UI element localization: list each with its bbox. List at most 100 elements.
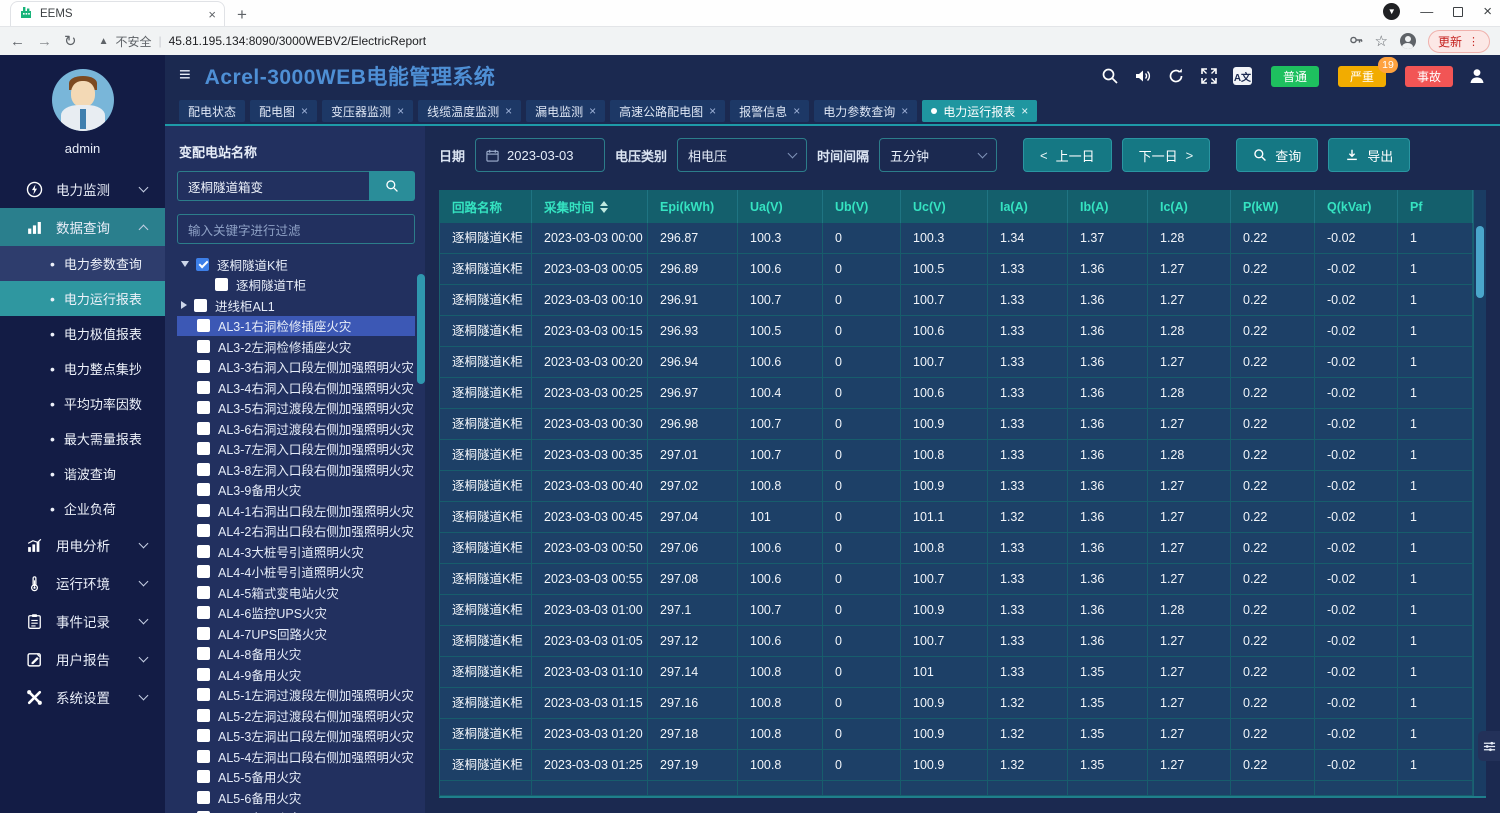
column-header[interactable]: Ub(V) [823, 190, 901, 223]
fullscreen-icon[interactable] [1200, 67, 1218, 85]
column-settings-handle[interactable] [1478, 731, 1500, 761]
tree-item[interactable]: AL4-1右洞出口段左侧加强照明火灾 [177, 500, 415, 521]
column-header[interactable]: Ib(A) [1068, 190, 1148, 223]
tree-checkbox[interactable] [194, 299, 207, 312]
table-row[interactable]: 逐桐隧道K柜2023-03-03 00:55297.08100.60100.71… [440, 564, 1473, 595]
hamburger-menu-icon[interactable]: ≡ [179, 64, 191, 87]
reload-button[interactable]: ↻ [64, 32, 77, 50]
sidebar-menu-usage-analysis[interactable]: 用电分析 [0, 526, 165, 564]
tree-checkbox[interactable] [197, 401, 210, 414]
tab-close-icon[interactable]: × [793, 104, 800, 118]
sidebar-menu-data-query[interactable]: 数据查询 [0, 208, 165, 246]
column-header[interactable]: Pf [1398, 190, 1473, 223]
tree-item[interactable]: AL4-3大桩号引道照明火灾 [177, 541, 415, 562]
table-row[interactable]: 逐桐隧道K柜2023-03-03 00:10296.91100.70100.71… [440, 285, 1473, 316]
browser-update-button[interactable]: 更新 ⋮ [1428, 30, 1490, 53]
tree-checkbox[interactable] [197, 463, 210, 476]
column-header[interactable]: Q(kVar) [1315, 190, 1398, 223]
tree-item[interactable]: AL4-8备用火灾 [177, 644, 415, 665]
alarm-badge-normal[interactable]: 普通 [1271, 66, 1319, 87]
sort-icon[interactable] [600, 201, 608, 213]
tree-checkbox[interactable] [197, 688, 210, 701]
table-row[interactable]: 逐桐隧道K柜2023-03-03 00:45297.041010101.11.3… [440, 502, 1473, 533]
tree-item[interactable]: AL3-9备用火灾 [177, 480, 415, 501]
bookmark-star-icon[interactable]: ☆ [1375, 32, 1388, 50]
user-icon[interactable] [1468, 67, 1486, 85]
alarm-badge-accident[interactable]: 事故 [1405, 66, 1453, 87]
tree-item[interactable]: AL3-3右洞入口段左侧加强照明火灾 [177, 357, 415, 378]
tree-item[interactable]: AL3-1右洞检修插座火灾 [177, 316, 415, 337]
sidebar-submenu-item[interactable]: •电力参数查询 [0, 246, 165, 281]
tree-item[interactable]: AL5-5备用火灾 [177, 767, 415, 788]
voltage-type-select[interactable]: 相电压 [677, 138, 807, 172]
browser-update-menu-icon[interactable]: ▼ [1383, 3, 1400, 20]
tree-checkbox[interactable] [197, 381, 210, 394]
table-row[interactable]: 逐桐隧道K柜2023-03-03 00:20296.94100.60100.71… [440, 347, 1473, 378]
table-row[interactable]: 逐桐隧道K柜2023-03-03 01:00297.1100.70100.91.… [440, 595, 1473, 626]
browser-tab-close-icon[interactable]: × [208, 7, 216, 22]
tree-checkbox[interactable] [215, 278, 228, 291]
tree-item[interactable]: AL4-4小桩号引道照明火灾 [177, 562, 415, 583]
tree-checkbox[interactable] [197, 524, 210, 537]
table-row[interactable]: 逐桐隧道K柜2023-03-03 01:10297.14100.801011.3… [440, 657, 1473, 688]
tree-item[interactable]: AL4-6监控UPS火灾 [177, 603, 415, 624]
tree-item[interactable]: 逐桐隧道T柜 [177, 275, 415, 296]
column-header[interactable]: Ua(V) [738, 190, 823, 223]
sidebar-submenu-item[interactable]: •平均功率因数 [0, 386, 165, 421]
date-input[interactable]: 2023-03-03 [475, 138, 605, 172]
address-bar[interactable]: ▲ 不安全 | 45.81.195.134:8090/3000WEBV2/Ele… [89, 30, 1337, 52]
search-icon[interactable] [1101, 67, 1119, 85]
tree-checkbox[interactable] [197, 606, 210, 619]
table-scrollbar-thumb[interactable] [1476, 226, 1484, 298]
browser-profile-avatar[interactable] [1400, 33, 1416, 49]
tree-checkbox[interactable] [197, 483, 210, 496]
tree-item[interactable]: AL3-5右洞过渡段左侧加强照明火灾 [177, 398, 415, 419]
password-key-icon[interactable] [1349, 33, 1363, 50]
column-header[interactable]: P(kW) [1231, 190, 1315, 223]
tree-item[interactable]: AL4-2右洞出口段右侧加强照明火灾 [177, 521, 415, 542]
column-header[interactable]: Uc(V) [901, 190, 988, 223]
workspace-tab-4[interactable]: 线缆温度监测× [418, 100, 521, 122]
workspace-tab-5[interactable]: 漏电监测× [526, 100, 605, 122]
tree-expand-right-icon[interactable] [181, 301, 187, 309]
sidebar-submenu-item[interactable]: •电力整点集抄 [0, 351, 165, 386]
tab-close-icon[interactable]: × [397, 104, 404, 118]
sidebar-menu-report[interactable]: 用户报告 [0, 640, 165, 678]
workspace-tab-8[interactable]: 电力参数查询× [814, 100, 917, 122]
table-row[interactable]: 逐桐隧道K柜2023-03-03 00:15296.93100.50100.61… [440, 316, 1473, 347]
tree-item[interactable]: AL5-1左洞过渡段左侧加强照明火灾 [177, 685, 415, 706]
table-scrollbar[interactable] [1473, 190, 1486, 796]
sidebar-menu-settings[interactable]: 系统设置 [0, 678, 165, 716]
tree-checkbox[interactable] [197, 729, 210, 742]
prev-day-button[interactable]: < 上一日 [1023, 138, 1112, 172]
tab-close-icon[interactable]: × [901, 104, 908, 118]
forward-button[interactable]: → [37, 33, 52, 50]
tree-item[interactable]: AL5-7备用火灾 [177, 808, 415, 813]
alarm-badge-serious[interactable]: 严重 19 [1338, 66, 1386, 87]
tree-checkbox[interactable] [197, 565, 210, 578]
workspace-tab-3[interactable]: 变压器监测× [322, 100, 413, 122]
table-row[interactable]: 逐桐隧道K柜2023-03-03 00:05296.89100.60100.51… [440, 254, 1473, 285]
refresh-sync-icon[interactable] [1167, 67, 1185, 85]
tree-checkbox[interactable] [197, 504, 210, 517]
tree-checkbox[interactable] [197, 442, 210, 455]
tree-expand-down-icon[interactable] [181, 261, 189, 267]
tree-item[interactable]: AL5-2左洞过渡段右侧加强照明火灾 [177, 705, 415, 726]
tree-item[interactable]: AL3-2左洞检修插座火灾 [177, 336, 415, 357]
tree-checkbox[interactable] [197, 770, 210, 783]
workspace-tab-6[interactable]: 高速公路配电图× [610, 100, 725, 122]
table-row[interactable]: 逐桐隧道K柜2023-03-03 00:50297.06100.60100.81… [440, 533, 1473, 564]
tree-checkbox[interactable] [197, 422, 210, 435]
tree-checkbox[interactable] [197, 319, 210, 332]
table-row[interactable]: 逐桐隧道K柜2023-03-03 01:20297.18100.80100.91… [440, 719, 1473, 750]
back-button[interactable]: ← [10, 33, 25, 50]
tree-checkbox[interactable] [197, 791, 210, 804]
sidebar-submenu-item[interactable]: •谐波查询 [0, 456, 165, 491]
tree-checkbox[interactable] [197, 360, 210, 373]
table-row[interactable]: 逐桐隧道K柜2023-03-03 01:25297.19100.80100.91… [440, 750, 1473, 781]
tab-close-icon[interactable]: × [505, 104, 512, 118]
tree-checkbox[interactable] [197, 627, 210, 640]
tab-close-icon[interactable]: × [1021, 104, 1028, 118]
workspace-tab-7[interactable]: 报警信息× [730, 100, 809, 122]
table-row[interactable]: 逐桐隧道K柜2023-03-03 00:40297.02100.80100.91… [440, 471, 1473, 502]
